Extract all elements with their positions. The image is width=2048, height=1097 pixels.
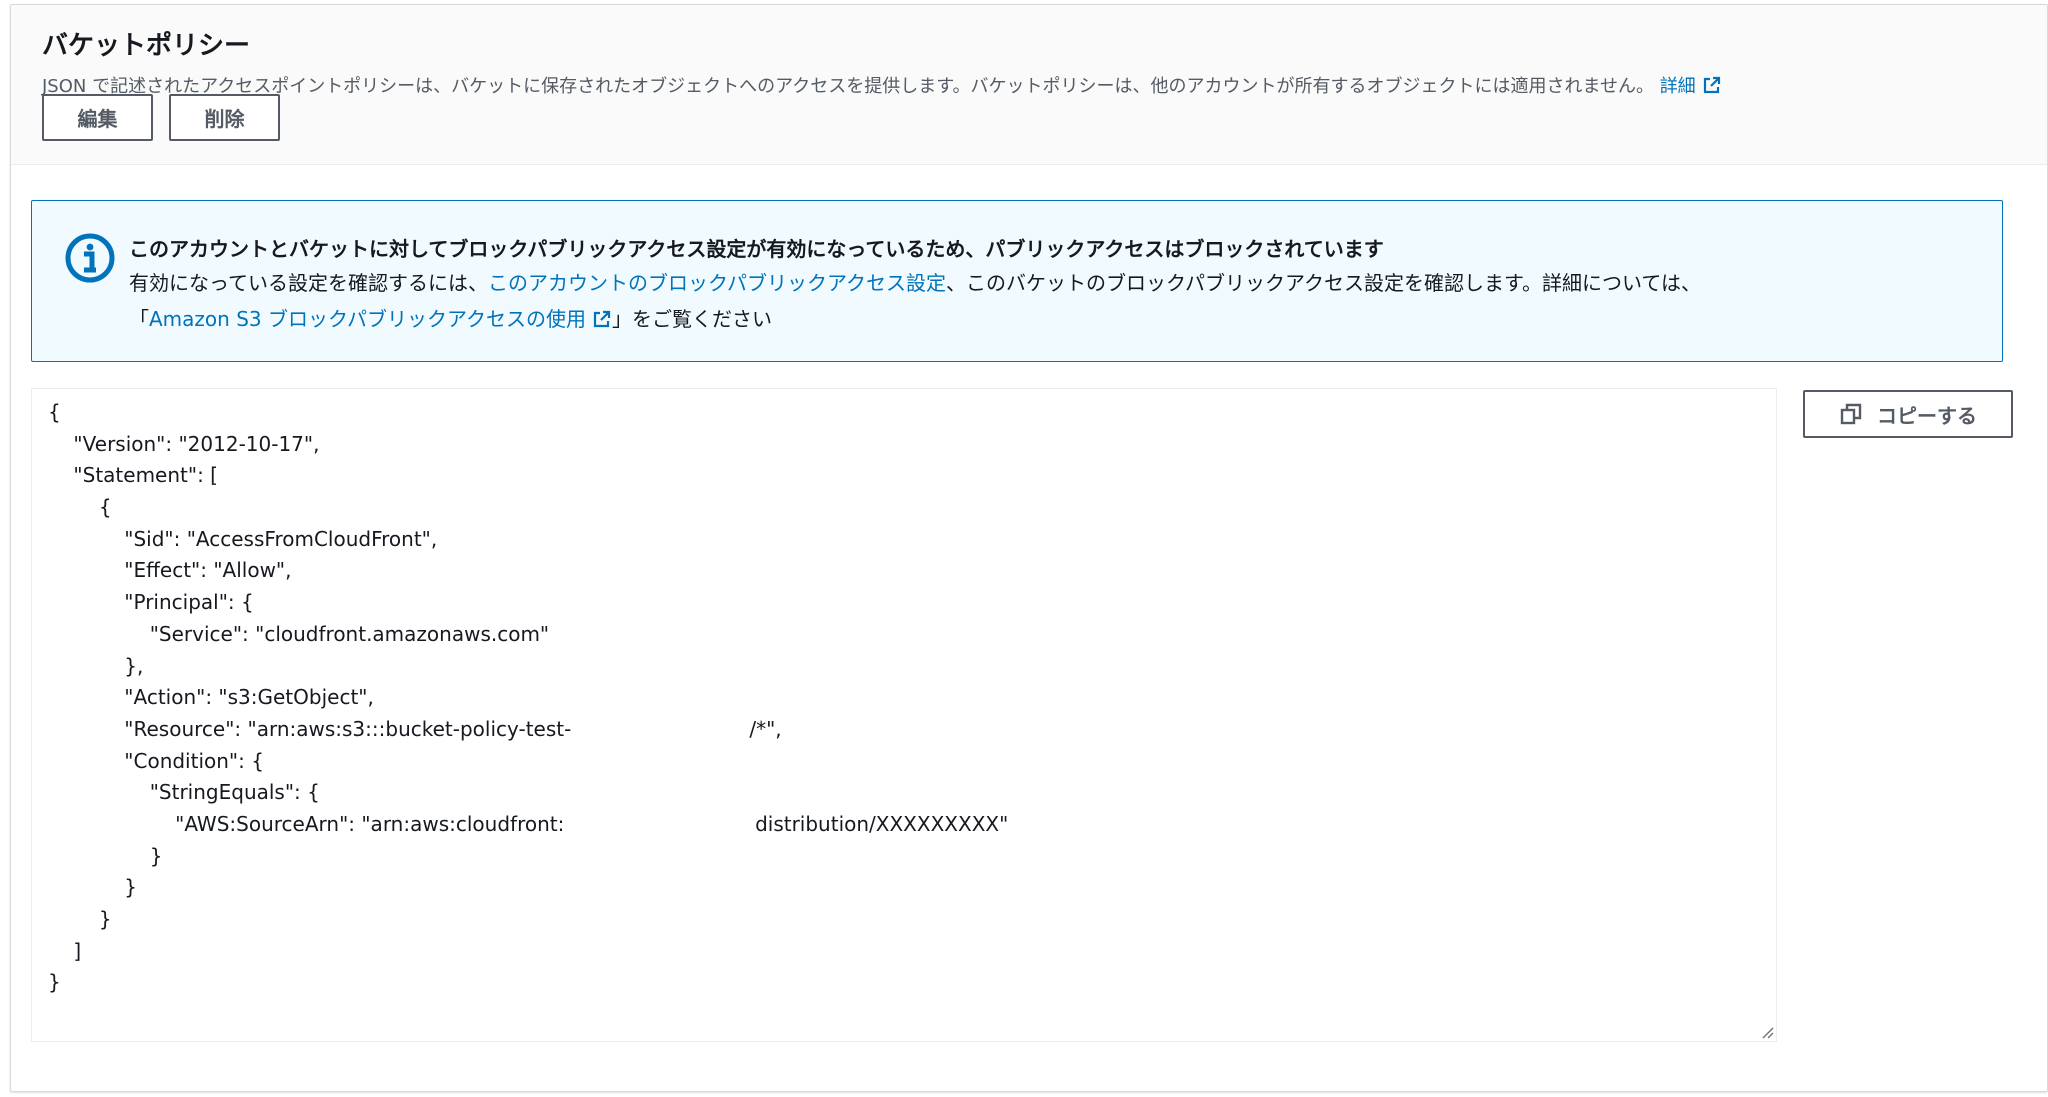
info-icon	[65, 233, 115, 283]
code-line: }	[48, 970, 61, 995]
page-title: バケットポリシー	[42, 31, 251, 61]
block-public-access-alert: このアカウントとバケットに対してブロックパブリックアクセス設定が有効になっている…	[31, 200, 2003, 362]
code-line: }	[48, 843, 163, 868]
alert-body-middle: 、このバケットのブロックパブリックアクセス設定を確認します。詳細については、	[946, 271, 1701, 295]
code-line: {	[48, 400, 61, 424]
details-link-label: 詳細	[1659, 76, 1696, 97]
code-line: "Version": "2012-10-17",	[48, 431, 320, 456]
code-line: "Principal": {	[48, 590, 254, 615]
code-line: "Effect": "Allow",	[48, 558, 292, 583]
code-line: "Sid": "AccessFromCloudFront",	[48, 526, 438, 551]
alert-body-line-2: 「Amazon S3 ブロックパブリックアクセスの使用 」をご覧ください	[129, 301, 1989, 337]
docs-link-label: Amazon S3 ブロックパブリックアクセスの使用	[149, 307, 586, 331]
description-text: JSON で記述されたアクセスポイントポリシーは、バケットに保存されたオブジェク…	[42, 76, 1654, 97]
details-link[interactable]: 詳細	[1660, 76, 1722, 97]
code-line: }	[48, 907, 112, 931]
docs-link[interactable]: Amazon S3 ブロックパブリックアクセスの使用	[149, 307, 612, 331]
copy-button[interactable]: コピーする	[1803, 390, 2013, 438]
quote-open: 「	[129, 307, 149, 331]
code-line: },	[48, 653, 144, 678]
header-buttons: 編集 削除	[42, 94, 280, 141]
alert-title: このアカウントとバケットに対してブロックパブリックアクセス設定が有効になっている…	[129, 237, 1384, 261]
alert-body-prefix: 有効になっている設定を確認するには、	[129, 271, 488, 295]
external-link-icon	[1703, 76, 1720, 94]
delete-button[interactable]: 削除	[169, 94, 280, 141]
code-line: ]	[48, 938, 82, 963]
copy-button-label: コピーする	[1877, 403, 1977, 428]
header-description: JSON で記述されたアクセスポイントポリシーは、バケットに保存されたオブジェク…	[42, 72, 1722, 98]
code-line: }	[48, 875, 138, 900]
code-line: {	[48, 495, 112, 520]
copy-icon	[1840, 403, 1862, 425]
code-line: "Statement": [	[48, 463, 218, 488]
alert-body-line-1: 有効になっている設定を確認するには、このアカウントのブロックパブリックアクセス設…	[129, 265, 1989, 301]
external-link-icon	[593, 310, 611, 328]
panel-header: バケットポリシー JSON で記述されたアクセスポイントポリシーは、バケットに保…	[11, 5, 2047, 165]
account-block-public-access-link[interactable]: このアカウントのブロックパブリックアクセス設定	[488, 271, 946, 295]
alert-body-suffix: 」をご覧ください	[611, 307, 772, 331]
resize-handle-icon[interactable]	[1760, 1025, 1774, 1039]
code-line: "Action": "s3:GetObject",	[48, 685, 374, 710]
alert-body: 有効になっている設定を確認するには、このアカウントのブロックパブリックアクセス設…	[129, 265, 1989, 337]
edit-button[interactable]: 編集	[42, 94, 153, 141]
code-line: "Service": "cloudfront.amazonaws.com"	[48, 621, 550, 646]
code-line: "AWS:SourceArn": "arn:aws:cloudfront: di…	[48, 811, 1009, 836]
code-line: "Condition": {	[48, 748, 264, 773]
code-line: "Resource": "arn:aws:s3:::bucket-policy-…	[48, 716, 782, 741]
code-line: "StringEquals": {	[48, 780, 320, 805]
policy-json-viewer[interactable]: { "Version": "2012-10-17", "Statement": …	[31, 388, 1777, 1042]
